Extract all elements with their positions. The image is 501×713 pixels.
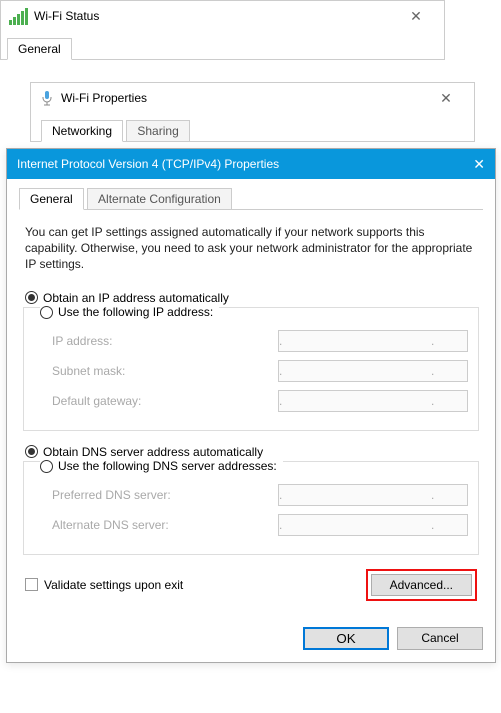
radio-label: Obtain an IP address automatically xyxy=(43,291,229,305)
titlebar: Wi-Fi Properties ✕ xyxy=(31,83,474,113)
bottom-row: Validate settings upon exit Advanced... xyxy=(25,569,477,601)
ipv4-properties-window: Internet Protocol Version 4 (TCP/IPv4) P… xyxy=(6,148,496,663)
radio-icon xyxy=(25,291,38,304)
radio-dns-auto[interactable]: Obtain DNS server address automatically xyxy=(25,445,483,459)
field-label: Default gateway: xyxy=(52,394,278,408)
tab-row: General xyxy=(1,31,444,59)
advanced-button[interactable]: Advanced... xyxy=(371,574,472,596)
preferred-dns-input xyxy=(278,484,468,506)
titlebar: Internet Protocol Version 4 (TCP/IPv4) P… xyxy=(7,149,495,179)
wifi-properties-window: Wi-Fi Properties ✕ Networking Sharing xyxy=(30,82,475,142)
radio-dns-manual[interactable]: Use the following DNS server addresses: xyxy=(40,459,283,473)
ip-manual-group: Use the following IP address: IP address… xyxy=(23,307,479,431)
field-preferred-dns: Preferred DNS server: xyxy=(52,484,468,506)
ok-button[interactable]: OK xyxy=(303,627,389,650)
tab-alternate-configuration[interactable]: Alternate Configuration xyxy=(87,188,232,209)
wifi-status-window: Wi-Fi Status ✕ General xyxy=(0,0,445,60)
radio-icon xyxy=(40,460,53,473)
window-title: Wi-Fi Properties xyxy=(61,91,147,105)
cancel-button[interactable]: Cancel xyxy=(397,627,483,650)
radio-ip-manual[interactable]: Use the following IP address: xyxy=(40,305,219,319)
radio-label: Use the following IP address: xyxy=(58,305,213,319)
tab-general[interactable]: General xyxy=(7,38,72,60)
ip-address-input xyxy=(278,330,468,352)
default-gateway-input xyxy=(278,390,468,412)
close-icon[interactable]: ✕ xyxy=(396,8,436,25)
field-label: Subnet mask: xyxy=(52,364,278,378)
field-ip-address: IP address: xyxy=(52,330,468,352)
field-alternate-dns: Alternate DNS server: xyxy=(52,514,468,536)
validate-label: Validate settings upon exit xyxy=(44,578,183,592)
radio-label: Use the following DNS server addresses: xyxy=(58,459,277,473)
validate-checkbox[interactable] xyxy=(25,578,38,591)
radio-ip-auto[interactable]: Obtain an IP address automatically xyxy=(25,291,483,305)
description-text: You can get IP settings assigned automat… xyxy=(25,224,477,273)
radio-icon xyxy=(40,306,53,319)
tab-row: General Alternate Configuration xyxy=(19,187,483,210)
field-label: Preferred DNS server: xyxy=(52,488,278,502)
advanced-highlight: Advanced... xyxy=(366,569,477,601)
close-icon[interactable]: ✕ xyxy=(473,156,485,173)
tab-networking[interactable]: Networking xyxy=(41,120,123,142)
close-icon[interactable]: ✕ xyxy=(426,90,466,107)
field-subnet: Subnet mask: xyxy=(52,360,468,382)
wifi-signal-icon xyxy=(9,8,28,25)
tab-general[interactable]: General xyxy=(19,188,84,210)
tab-row: Networking Sharing xyxy=(31,113,474,141)
adapter-icon xyxy=(39,90,55,106)
subnet-mask-input xyxy=(278,360,468,382)
tab-sharing[interactable]: Sharing xyxy=(126,120,189,142)
window-title: Wi-Fi Status xyxy=(34,9,99,23)
dns-manual-group: Use the following DNS server addresses: … xyxy=(23,461,479,555)
field-label: Alternate DNS server: xyxy=(52,518,278,532)
field-label: IP address: xyxy=(52,334,278,348)
window-title: Internet Protocol Version 4 (TCP/IPv4) P… xyxy=(17,157,279,171)
dialog-footer: OK Cancel xyxy=(7,617,495,662)
radio-icon xyxy=(25,445,38,458)
alternate-dns-input xyxy=(278,514,468,536)
field-gateway: Default gateway: xyxy=(52,390,468,412)
titlebar: Wi-Fi Status ✕ xyxy=(1,1,444,31)
radio-label: Obtain DNS server address automatically xyxy=(43,445,263,459)
